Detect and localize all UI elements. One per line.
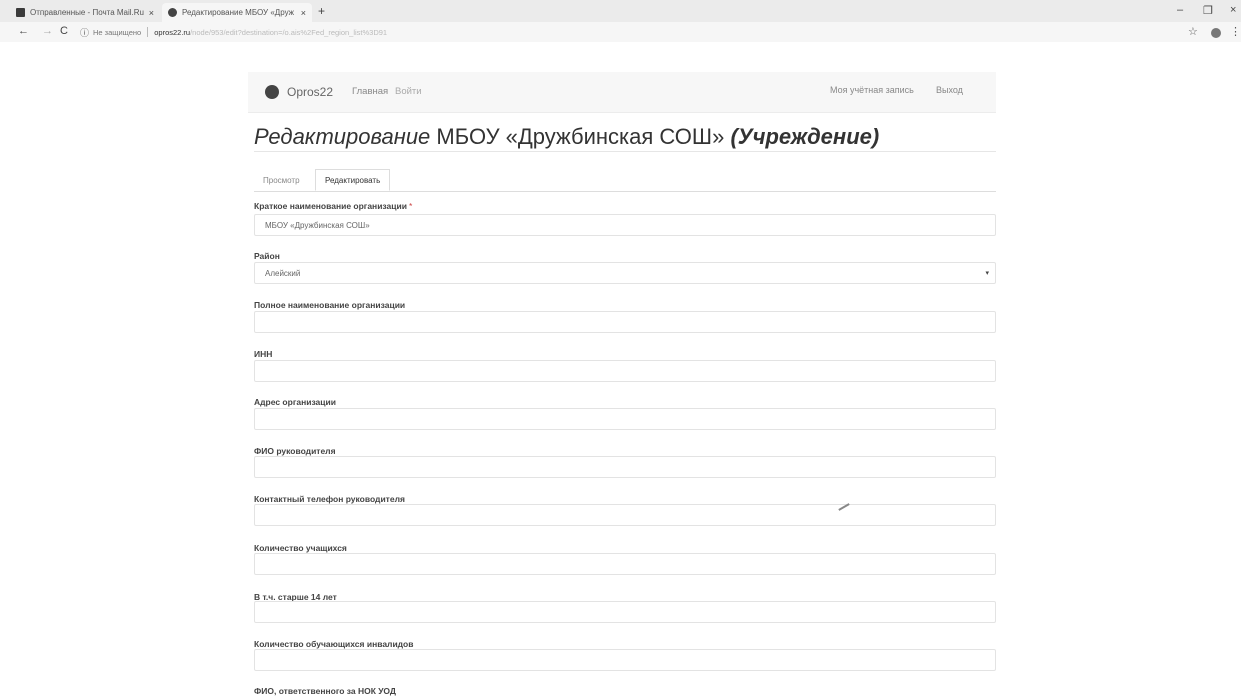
security-label: Не защищено: [93, 27, 142, 37]
tab-edit[interactable]: Редактировать: [315, 169, 391, 191]
url-separator: [147, 27, 149, 37]
new-tab-button[interactable]: +: [318, 4, 325, 18]
info-icon[interactable]: ⓘ: [80, 26, 89, 39]
url-path: /node/953/edit?destination=/o.ais%2Fed_r…: [190, 27, 388, 37]
district-label: Район: [254, 251, 280, 261]
full-name-label: Полное наименование организации: [254, 300, 406, 310]
close-tab-icon[interactable]: ×: [149, 8, 154, 18]
browser-tab-title: Отправленные - Почта Mail.Ru: [30, 8, 144, 17]
page-tabs: Просмотр Редактировать: [254, 169, 996, 192]
close-tab-icon[interactable]: ×: [301, 8, 306, 18]
head-name-label: ФИО руководителя: [254, 446, 336, 456]
disabled-students-label: Количество обучающихся инвалидов: [254, 639, 414, 649]
page-title-name: МБОУ «Дружбинская СОШ»: [436, 124, 725, 149]
maximize-icon[interactable]: ❐: [1203, 4, 1213, 17]
full-name-input[interactable]: [254, 311, 996, 333]
forward-icon[interactable]: →: [42, 25, 53, 37]
head-phone-label: Контактный телефон руководителя: [254, 494, 405, 504]
browser-tab-bar: Отправленные - Почта Mail.Ru × Редактиро…: [0, 0, 1241, 22]
site-logo-icon[interactable]: [265, 85, 279, 99]
page-title: Редактирование МБОУ «Дружбинская СОШ» (У…: [254, 124, 996, 150]
reload-icon[interactable]: C: [60, 25, 68, 37]
page-title-suffix: (Учреждение): [730, 124, 880, 149]
nav-link-logout[interactable]: Выход: [936, 85, 963, 95]
back-icon[interactable]: ←: [18, 25, 29, 37]
short-name-input[interactable]: МБОУ «Дружбинская СОШ»: [254, 214, 996, 236]
browser-tab-mail[interactable]: Отправленные - Почта Mail.Ru ×: [10, 3, 160, 22]
profile-avatar-icon[interactable]: [1211, 28, 1221, 38]
district-selected-value: Алейский: [265, 268, 301, 278]
over14-input[interactable]: [254, 601, 996, 623]
disabled-students-input[interactable]: [254, 649, 996, 671]
short-name-label-text: Краткое наименование организации: [254, 201, 407, 211]
head-name-input[interactable]: [254, 456, 996, 478]
bookmark-star-icon[interactable]: ☆: [1188, 25, 1198, 38]
students-input[interactable]: [254, 553, 996, 575]
mail-icon: [16, 8, 25, 17]
short-name-value: МБОУ «Дружбинская СОШ»: [265, 220, 370, 230]
browser-menu-icon[interactable]: ⋮: [1230, 25, 1241, 38]
address-input[interactable]: [254, 408, 996, 430]
browser-tab-title: Редактирование МБОУ «Друж: [182, 8, 295, 17]
required-mark: *: [408, 201, 413, 211]
tab-view[interactable]: Просмотр: [254, 169, 309, 191]
district-select[interactable]: Алейский ▾: [254, 262, 996, 284]
site-favicon-icon: [168, 8, 177, 17]
address-label: Адрес организации: [254, 397, 336, 407]
students-label: Количество учащихся: [254, 543, 347, 553]
browser-tab-active[interactable]: Редактирование МБОУ «Друж ×: [162, 3, 312, 22]
url-field[interactable]: ⓘ Не защищено opros22.ru /node/953/edit?…: [80, 25, 1180, 39]
title-divider: [254, 151, 996, 152]
site-brand[interactable]: Opros22: [287, 85, 333, 99]
chevron-down-icon: ▾: [985, 270, 989, 277]
nav-link-account[interactable]: Моя учётная запись: [830, 85, 914, 95]
minimize-icon[interactable]: –: [1177, 4, 1183, 16]
responsible-label: ФИО, ответственного за НОК УОД: [254, 686, 396, 696]
page-title-prefix: Редактирование: [254, 124, 431, 149]
head-phone-input[interactable]: [254, 504, 996, 526]
nav-link-home[interactable]: Главная: [352, 86, 388, 97]
url-host: opros22.ru: [154, 27, 191, 37]
inn-label: ИНН: [254, 349, 273, 359]
site-navbar: Opros22 Главная Войти Моя учётная запись…: [248, 72, 996, 113]
inn-input[interactable]: [254, 360, 996, 382]
nav-link-login[interactable]: Войти: [395, 86, 422, 97]
short-name-label: Краткое наименование организации *: [254, 201, 412, 211]
window-close-icon[interactable]: ×: [1230, 4, 1236, 16]
address-bar-row: ← → C ⓘ Не защищено opros22.ru /node/953…: [0, 22, 1241, 42]
